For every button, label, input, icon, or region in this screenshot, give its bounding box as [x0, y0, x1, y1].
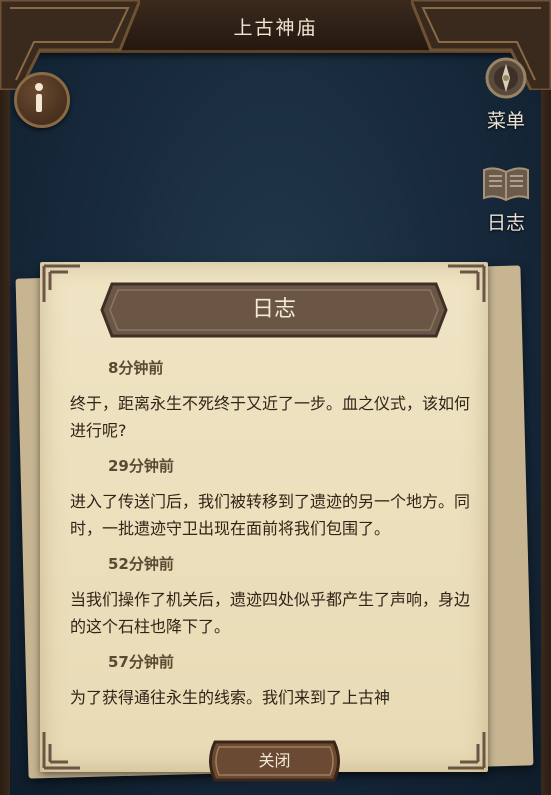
entry-time: 29分钟前: [108, 457, 174, 475]
journal-entries[interactable]: 8分钟前 终于，距离永生不死终于又近了一步。血之仪式，该如何进行呢? 29分钟前…: [70, 358, 470, 718]
journal-entry: 52分钟前 当我们操作了机关后，遗迹四处似乎都产生了声响，身边的这个石柱也降下了…: [70, 554, 470, 640]
log-label: 日志: [486, 212, 525, 234]
entry-text: 进入了传送门后，我们被转移到了遗迹的另一个地方。同时，一批遗迹守卫出现在面前将我…: [70, 492, 470, 538]
entry-text: 为了获得通往永生的线索。我们来到了上古神: [70, 688, 391, 707]
info-button[interactable]: [14, 72, 70, 128]
journal-entry: 29分钟前 进入了传送门后，我们被转移到了遗迹的另一个地方。同时，一批遗迹守卫出…: [70, 456, 470, 542]
entry-text: 终于，距离永生不死终于又近了一步。血之仪式，该如何进行呢?: [70, 394, 470, 440]
entry-time: 52分钟前: [108, 555, 174, 573]
entry-time: 8分钟前: [108, 359, 164, 377]
paper-corner-ornament: [448, 732, 486, 770]
journal-entry: 8分钟前 终于，距离永生不死终于又近了一步。血之仪式，该如何进行呢?: [70, 358, 470, 444]
entry-time: 57分钟前: [108, 653, 174, 671]
book-icon: [483, 167, 529, 202]
entry-text: 当我们操作了机关后，遗迹四处似乎都产生了声响，身边的这个石柱也降下了。: [70, 590, 470, 636]
journal-entry: 57分钟前 为了获得通往永生的线索。我们来到了上古神: [70, 652, 470, 711]
paper-corner-ornament: [42, 732, 80, 770]
compass-icon: [485, 57, 527, 99]
menu-button[interactable]: 菜单: [469, 54, 543, 133]
journal-title: 日志: [251, 297, 296, 322]
log-button[interactable]: 日志: [469, 162, 543, 235]
paper-corner-ornament: [42, 264, 80, 302]
menu-label: 菜单: [486, 110, 525, 132]
frame-left: [0, 50, 10, 795]
info-icon: [35, 83, 43, 112]
close-button[interactable]: 关闭: [203, 738, 346, 784]
